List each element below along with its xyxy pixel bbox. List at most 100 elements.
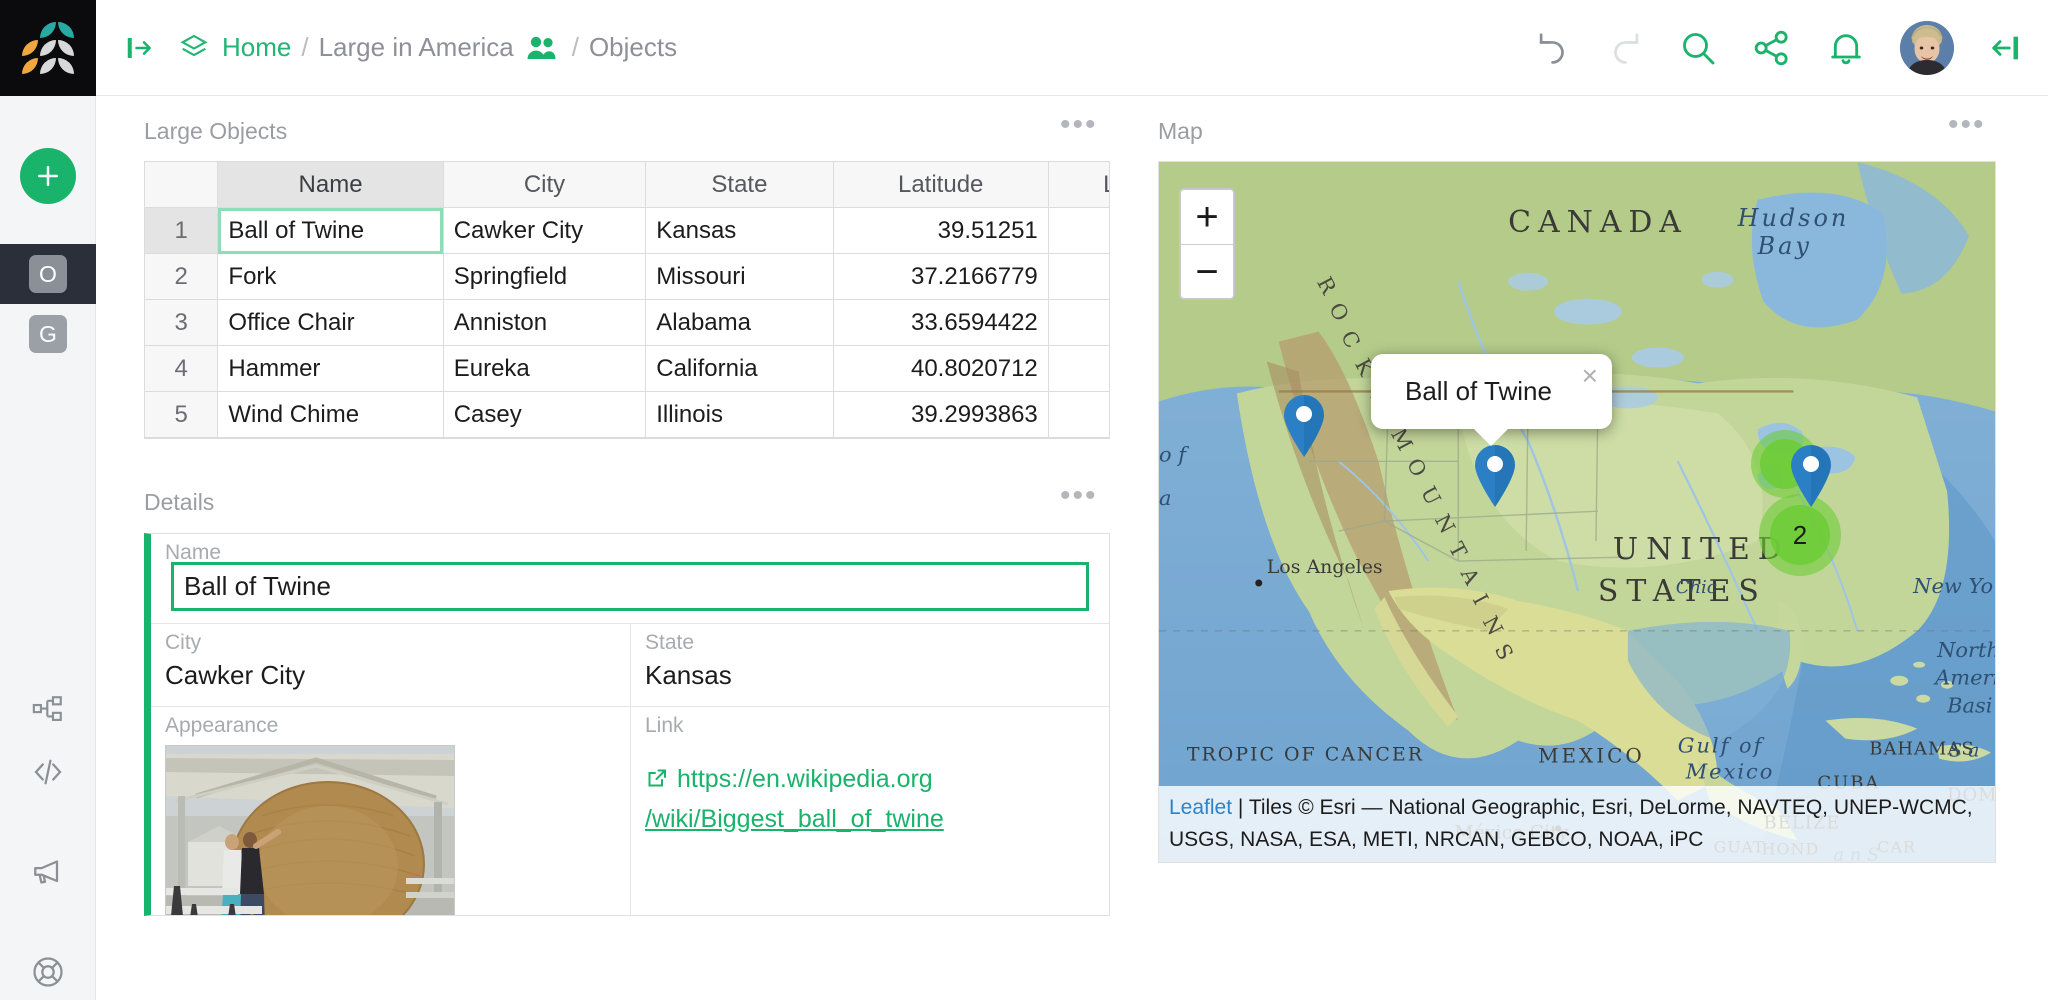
bell-icon[interactable]: [1826, 28, 1866, 68]
link-url-part-2[interactable]: /wiki/Biggest_ball_of_twine: [645, 805, 944, 833]
leaf-grid-logo: [22, 22, 74, 74]
avatar[interactable]: [1900, 21, 1954, 75]
left-rail: O G: [0, 96, 96, 1000]
cell-longitude[interactable]: -124.1636: [1048, 346, 1110, 392]
row-number[interactable]: 5: [145, 392, 218, 438]
breadcrumb-home[interactable]: Home: [222, 32, 291, 63]
objects-table-container[interactable]: Name City State Latitude Longitude 1 Bal…: [144, 161, 1110, 439]
redo-icon[interactable]: [1606, 29, 1644, 67]
breadcrumb-workspace[interactable]: Large in America: [319, 32, 514, 63]
row-number[interactable]: 2: [145, 254, 218, 300]
cell-city[interactable]: Eureka: [443, 346, 646, 392]
map-panel-menu[interactable]: •••: [1948, 118, 1986, 132]
column-header-city[interactable]: City: [443, 162, 646, 208]
link-line-2[interactable]: /wiki/Biggest_ball_of_twine: [645, 801, 1095, 838]
cell-name[interactable]: Fork: [218, 254, 443, 300]
map-popup: Ball of Twine ×: [1371, 354, 1612, 429]
cell-latitude[interactable]: 37.2166779: [833, 254, 1048, 300]
map-card[interactable]: CANADA Hudson Bay UNITED STATES Los Ange…: [1158, 161, 1996, 863]
lifebuoy-icon[interactable]: [0, 944, 96, 1000]
map-popup-close-icon[interactable]: ×: [1582, 362, 1598, 390]
table-header-row: Name City State Latitude Longitude: [145, 162, 1111, 208]
cell-city[interactable]: Anniston: [443, 300, 646, 346]
details-card: Name City Cawker City State Kansas Appea…: [144, 533, 1110, 916]
cell-name[interactable]: Office Chair: [218, 300, 443, 346]
breadcrumb-separator-2: /: [572, 32, 579, 63]
row-number[interactable]: 3: [145, 300, 218, 346]
map-pin[interactable]: [1281, 394, 1327, 463]
cell-name[interactable]: Ball of Twine: [218, 208, 443, 254]
cell-latitude[interactable]: 40.8020712: [833, 346, 1048, 392]
cell-longitude[interactable]: -87.991: [1048, 392, 1110, 438]
zoom-in-button[interactable]: +: [1181, 190, 1233, 244]
field-link[interactable]: Link https://en.wikipedia.org /wiki/Bigg…: [630, 707, 1109, 916]
svg-text:Americ: Americ: [1933, 666, 1995, 690]
sitemap-icon[interactable]: [0, 682, 96, 738]
cell-state[interactable]: Illinois: [646, 392, 833, 438]
svg-text:New Yo: New Yo: [1912, 574, 1993, 598]
code-icon[interactable]: [0, 744, 96, 800]
field-name: Name: [151, 534, 1109, 623]
cell-state[interactable]: Kansas: [646, 208, 833, 254]
map-pin-selected[interactable]: [1472, 444, 1518, 513]
app-logo[interactable]: [0, 0, 96, 96]
cell-city[interactable]: Casey: [443, 392, 646, 438]
column-header-name[interactable]: Name: [218, 162, 443, 208]
map-panel-title: Map: [1158, 118, 1203, 145]
cell-name[interactable]: Hammer: [218, 346, 443, 392]
cell-state[interactable]: Alabama: [646, 300, 833, 346]
cell-city[interactable]: Cawker City: [443, 208, 646, 254]
cell-longitude[interactable]: -93.2920: [1048, 254, 1110, 300]
column-header-longitude[interactable]: Longitude: [1048, 162, 1110, 208]
sidebar-item-g-label: G: [29, 315, 67, 353]
field-state[interactable]: State Kansas: [630, 624, 1109, 706]
breadcrumb-separator-1: /: [301, 32, 308, 63]
leaflet-link[interactable]: Leaflet: [1169, 796, 1232, 819]
table-row[interactable]: 3 Office Chair Anniston Alabama 33.65944…: [145, 300, 1111, 346]
cell-name[interactable]: Wind Chime: [218, 392, 443, 438]
svg-text:Bay: Bay: [1757, 232, 1812, 260]
column-header-latitude[interactable]: Latitude: [833, 162, 1048, 208]
breadcrumb: Home / Large in America / Objects: [178, 32, 677, 64]
sidebar-item-objects[interactable]: O: [0, 244, 96, 304]
map-pin[interactable]: [1788, 444, 1834, 513]
table-row[interactable]: 2 Fork Springfield Missouri 37.2166779 -…: [145, 254, 1111, 300]
details-panel-menu[interactable]: •••: [1060, 489, 1098, 503]
cell-city[interactable]: Springfield: [443, 254, 646, 300]
collapse-panel-icon[interactable]: [122, 31, 156, 65]
people-icon[interactable]: [526, 35, 558, 61]
row-number[interactable]: 1: [145, 208, 218, 254]
cell-latitude[interactable]: 39.2993863: [833, 392, 1048, 438]
svg-text:a: a: [1159, 486, 1171, 510]
table-row[interactable]: 4 Hammer Eureka California 40.8020712 -1…: [145, 346, 1111, 392]
table-panel-menu[interactable]: •••: [1060, 118, 1098, 132]
appearance-photo[interactable]: [165, 745, 455, 916]
column-header-state[interactable]: State: [646, 162, 833, 208]
search-icon[interactable]: [1678, 28, 1718, 68]
table-row[interactable]: 5 Wind Chime Casey Illinois 39.2993863 -…: [145, 392, 1111, 438]
field-city[interactable]: City Cawker City: [151, 624, 630, 706]
sign-out-icon[interactable]: [1988, 31, 2022, 65]
cell-state[interactable]: Missouri: [646, 254, 833, 300]
share-icon[interactable]: [1752, 28, 1792, 68]
name-input[interactable]: [171, 562, 1089, 611]
sidebar-item-g[interactable]: G: [0, 304, 96, 364]
svg-text:Chic: Chic: [1676, 577, 1717, 598]
add-button[interactable]: [20, 148, 76, 204]
map-tiles[interactable]: CANADA Hudson Bay UNITED STATES Los Ange…: [1159, 162, 1995, 862]
table-row[interactable]: 1 Ball of Twine Cawker City Kansas 39.51…: [145, 208, 1111, 254]
layers-icon[interactable]: [178, 32, 210, 64]
cell-latitude[interactable]: 39.51251: [833, 208, 1048, 254]
cell-latitude[interactable]: 33.6594422: [833, 300, 1048, 346]
megaphone-icon[interactable]: [0, 844, 96, 900]
cell-longitude[interactable]: -98.433: [1048, 208, 1110, 254]
zoom-out-button[interactable]: −: [1181, 244, 1233, 298]
link-line-1[interactable]: https://en.wikipedia.org: [645, 761, 1095, 801]
cell-state[interactable]: California: [646, 346, 833, 392]
row-number[interactable]: 4: [145, 346, 218, 392]
svg-text:Basi: Basi: [1946, 694, 1992, 718]
link-url-part-1[interactable]: https://en.wikipedia.org: [677, 765, 933, 793]
undo-icon[interactable]: [1534, 29, 1572, 67]
field-appearance[interactable]: Appearance: [151, 707, 630, 916]
cell-longitude[interactable]: -85.8316: [1048, 300, 1110, 346]
